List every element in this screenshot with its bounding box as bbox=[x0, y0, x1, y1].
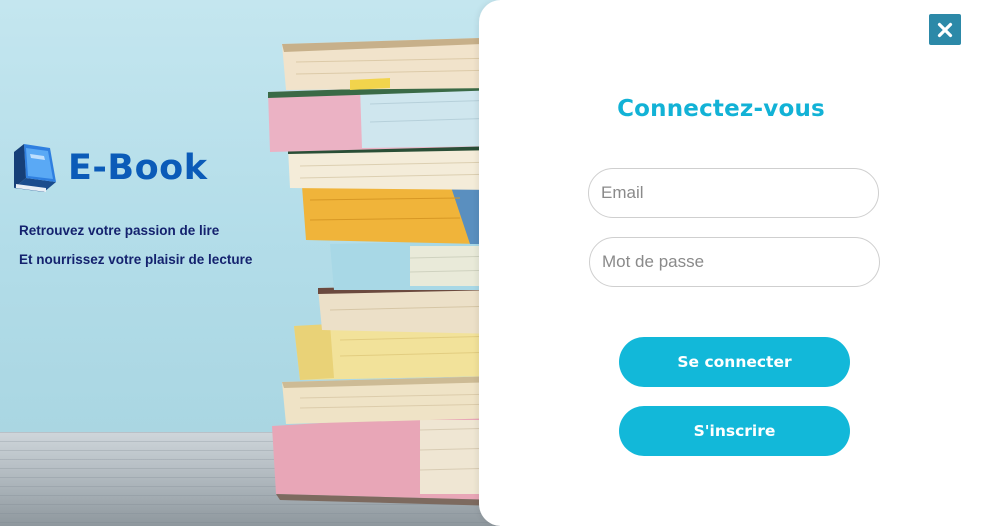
close-icon bbox=[937, 22, 953, 37]
book-logo-icon bbox=[14, 144, 56, 192]
login-title: Connectez-vous bbox=[617, 96, 825, 122]
email-field[interactable] bbox=[588, 168, 879, 218]
tagline-line-2: Et nourrissez votre plaisir de lecture bbox=[19, 252, 253, 267]
close-button[interactable] bbox=[929, 14, 961, 45]
signup-button[interactable]: S'inscrire bbox=[619, 406, 850, 456]
password-field[interactable] bbox=[589, 237, 880, 287]
login-card: Connectez-vous Se connecter S'inscrire bbox=[479, 0, 988, 526]
login-button[interactable]: Se connecter bbox=[619, 337, 850, 387]
brand-logo: E-Book bbox=[10, 140, 207, 196]
background-illustration: E-Book Retrouvez votre passion de lire E… bbox=[0, 0, 500, 526]
tagline-line-1: Retrouvez votre passion de lire bbox=[19, 223, 220, 238]
login-window: E-Book Retrouvez votre passion de lire E… bbox=[0, 0, 988, 526]
brand-name: E-Book bbox=[68, 148, 208, 188]
